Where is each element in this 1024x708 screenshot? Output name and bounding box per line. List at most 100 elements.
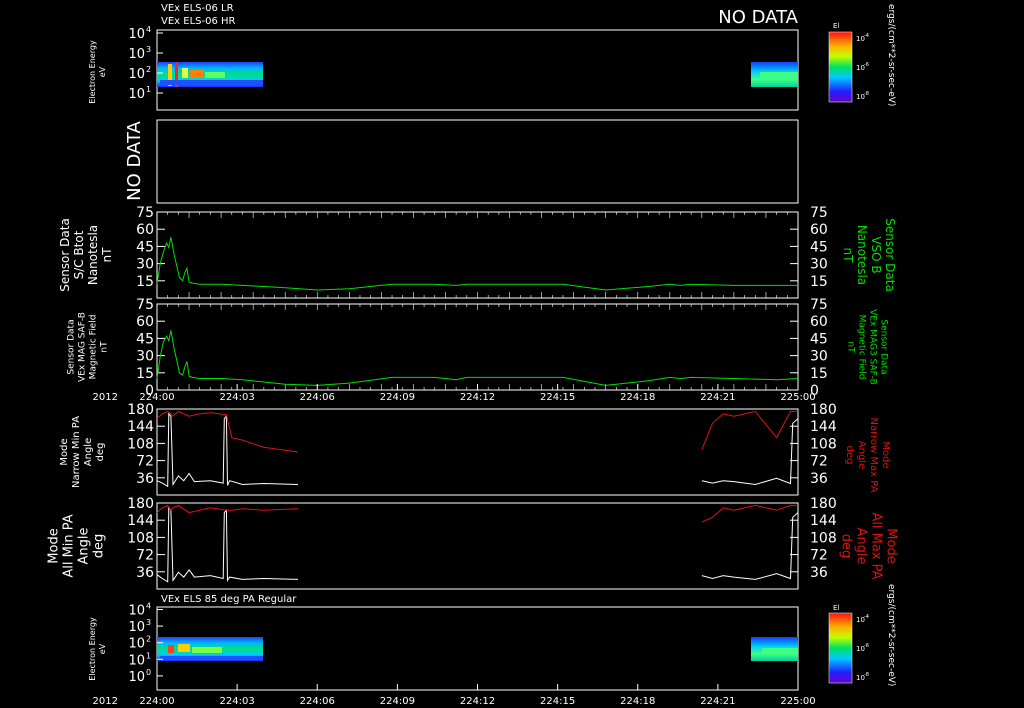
- axis-label-line: Sensor Data: [58, 218, 72, 292]
- panel3-ylabel: Sensor Data S/C Btot Nanotesla nT: [58, 218, 114, 292]
- ytick-exponent: 2: [146, 65, 151, 74]
- ytick-label: 15: [136, 274, 154, 290]
- ytick-label-right: 180: [810, 402, 837, 418]
- axis-label-line: S/C Btot: [72, 230, 86, 279]
- axis-label-line: Sensor Data: [879, 319, 889, 374]
- colorbar-tick-exponent: -8: [864, 672, 869, 678]
- ytick-label: 30: [136, 257, 154, 273]
- ytick-label-right: 45: [810, 331, 828, 347]
- ytick-label: 10: [128, 603, 145, 618]
- ytick-label: 75: [136, 297, 154, 313]
- ytick-label-right: 15: [810, 274, 828, 290]
- ytick-label-right: 60: [810, 314, 828, 330]
- ytick-label-right: 144: [810, 419, 837, 435]
- time-tick-label: 224:00: [139, 696, 174, 707]
- panel6-right-yticks: 180144108 7236: [790, 496, 837, 581]
- time-tick-label: 224:12: [460, 696, 495, 707]
- axis-label-line: All Min PA: [62, 514, 77, 577]
- panel6-yticks: 180144108 7236: [127, 496, 165, 581]
- panel-no-data: NO DATA: [124, 119, 799, 204]
- panel7-ylabel: Electron Energy: [88, 617, 97, 681]
- panel4-green-trace: [156, 330, 799, 386]
- ytick-label-right: 45: [810, 239, 828, 255]
- time-tick-label: 224:12: [460, 392, 495, 403]
- ytick-label-right: 72: [810, 548, 828, 564]
- axis-label-line: Angle: [77, 528, 92, 565]
- ytick-exponent: 1: [146, 651, 151, 660]
- axis-label-line: Sensor Data: [67, 319, 77, 374]
- panel7-spectrogram-data: [157, 637, 798, 661]
- time-tick-label: 224:06: [300, 392, 335, 403]
- ytick-label: 144: [127, 419, 154, 435]
- time-tick-label: 224:09: [380, 696, 415, 707]
- axis-label-line: VSO B: [869, 236, 883, 273]
- trace-narrow-max-pa-late: [701, 410, 798, 450]
- panel4-year: 2012: [93, 392, 118, 403]
- ytick-label: 180: [127, 496, 154, 512]
- panel7-colorbar-unit: ergs/(cm**2-sr-sec-eV): [886, 584, 896, 686]
- axis-label-line: deg: [92, 534, 107, 559]
- ytick-label: 72: [136, 548, 154, 564]
- time-tick-label: 224:18: [620, 392, 655, 403]
- trace-all-min-pa-late: [701, 512, 799, 580]
- ytick-label-right: 30: [810, 257, 828, 273]
- axis-label-line: deg: [844, 446, 855, 465]
- axis-label-line: Sensor Data: [883, 218, 897, 292]
- ytick-label: 10: [128, 620, 145, 635]
- axis-label-line: Magnetic Field: [857, 315, 867, 380]
- panel5-traces: [156, 410, 799, 488]
- panel7-time-ticks: 224:00 224:03 224:06 224:09 224:12 224:15 224:…: [139, 684, 816, 707]
- ytick-label-right: 15: [810, 366, 828, 382]
- panel3-yticks: 756045 3015: [136, 205, 165, 290]
- time-tick-label: 224:21: [700, 696, 735, 707]
- panel3-right-yticks: 756045 3015: [790, 205, 828, 290]
- panel1-no-data: NO DATA: [718, 7, 798, 28]
- axis-label-line: VEx MAG3 SAF-B: [868, 309, 878, 385]
- axis-label-line: Narrow Max PA: [868, 418, 879, 493]
- ytick-label-right: 72: [810, 454, 828, 470]
- ytick-exponent: 4: [146, 25, 151, 34]
- panel-narrow-pa: Mode Narrow Min PA Angle deg ModeNarrow Max…: [59, 402, 891, 496]
- ytick-exponent: 2: [146, 635, 151, 644]
- panel7-yunit: eV: [98, 643, 107, 654]
- panel4-ylabel: Sensor Data VEx MAG SAF-B Magnetic Field nT: [67, 312, 110, 382]
- ytick-exponent: 3: [146, 618, 151, 627]
- ytick-label: 15: [136, 366, 154, 382]
- panel7-colorbar: [828, 612, 853, 684]
- time-tick-label: 224:09: [380, 392, 415, 403]
- panel3-green-trace: [156, 237, 798, 291]
- panel2-no-data: NO DATA: [124, 120, 145, 200]
- axis-label-line: nT: [846, 341, 856, 353]
- axis-label-line: Mode: [880, 441, 891, 468]
- panel7-colorbar-ticks: 10 -410 -610 -8: [856, 614, 869, 682]
- panel7-year: 2012: [93, 696, 118, 707]
- axis-label-line: Angle: [856, 441, 867, 469]
- axis-label-line: Angle: [854, 528, 869, 565]
- ytick-label: 108: [127, 436, 154, 452]
- panel1-title-lr: VEx ELS-06 LR: [161, 3, 234, 14]
- panel1-colorbar-ticks: 10 -410 -610 -8: [856, 33, 869, 101]
- panel-btot: Sensor Data S/C Btot Nanotesla nT Sensor Da…: [58, 205, 897, 299]
- ytick-label: 10: [128, 670, 145, 685]
- axis-label-line: Mode: [884, 528, 899, 563]
- panel1-spectrogram-data: [157, 62, 798, 87]
- ytick-label-right: 108: [810, 436, 837, 452]
- ytick-exponent: 1: [146, 85, 151, 94]
- axis-label-line: All Max PA: [869, 512, 884, 579]
- panel-85deg-spectrogram: VEx ELS 85 deg PA Regular Electron Energ…: [88, 584, 896, 707]
- panel4-right-yticks: 75604530150: [790, 297, 828, 399]
- axis-label-line: nT: [841, 248, 855, 264]
- axis-label-line: Narrow Min PA: [71, 416, 82, 488]
- trace-all-max-pa: [156, 504, 299, 514]
- panel7-yticks: 10 410 310 210 110 0: [128, 601, 163, 685]
- trace-narrow-max-pa: [156, 410, 299, 453]
- ytick-label: 60: [136, 222, 154, 238]
- panel4-yticks: 75604530150: [136, 297, 165, 399]
- ytick-label-right: 36: [810, 565, 828, 581]
- panel2-frame: [156, 119, 799, 204]
- ytick-label: 45: [136, 331, 154, 347]
- colorbar-tick-exponent: -4: [864, 614, 869, 620]
- time-tick-label: 224:03: [220, 696, 255, 707]
- axis-label-line: Angle: [83, 438, 94, 466]
- time-tick-label: 224:03: [220, 392, 255, 403]
